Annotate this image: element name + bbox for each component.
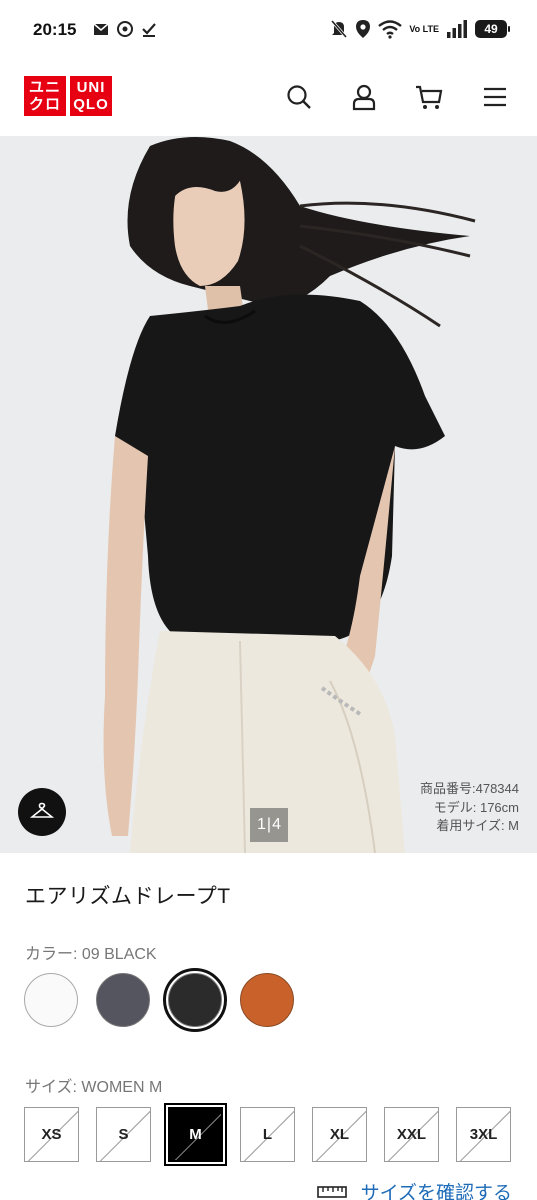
account-icon xyxy=(352,84,376,111)
location-icon xyxy=(356,20,371,38)
pager-current: 1 xyxy=(257,816,266,833)
logo-line-3: UNI xyxy=(76,79,106,96)
cart-icon xyxy=(416,85,443,109)
model-height: モデル: 176cm xyxy=(433,799,519,815)
logo-line-4: QLO xyxy=(73,96,109,113)
status-system-icons: Vo LTE 49 xyxy=(330,19,510,39)
product-photo xyxy=(0,136,537,853)
color-label: カラー: 09 BLACK xyxy=(25,946,157,963)
size-option-l[interactable]: L xyxy=(240,1107,295,1162)
wifi-icon xyxy=(378,20,403,39)
search-icon xyxy=(287,85,311,109)
logo-latin: UNI QLO xyxy=(70,76,112,116)
product-title: エアリズムドレープT xyxy=(25,885,231,908)
color-swatch-orange[interactable] xyxy=(240,973,294,1027)
search-button[interactable] xyxy=(282,80,316,114)
size-option-xs[interactable]: XS xyxy=(24,1107,79,1162)
size-option-xl[interactable]: XL xyxy=(312,1107,367,1162)
status-bar: 20:15 Vo LTE 49 xyxy=(0,0,537,62)
status-notification-icons xyxy=(92,20,158,38)
color-swatch-black[interactable] xyxy=(163,968,227,1032)
product-image-carousel[interactable]: 1 | 4 商品番号:478344 モデル: 176cm 着用サイズ: M xyxy=(0,136,537,853)
logo-line-1: ユニ xyxy=(28,79,61,96)
logo-line-2: クロ xyxy=(28,96,61,113)
vpn-icon xyxy=(117,21,133,37)
color-swatches xyxy=(24,968,294,1032)
account-button[interactable] xyxy=(347,80,381,114)
menu-icon xyxy=(484,87,506,107)
signal-icon xyxy=(447,20,467,38)
network-type: Vo LTE xyxy=(409,23,439,34)
uniqlo-logo[interactable]: ユニ クロ UNI QLO xyxy=(24,76,112,116)
size-option-3xl[interactable]: 3XL xyxy=(456,1107,511,1162)
model-info: 商品番号:478344 モデル: 176cm 着用サイズ: M xyxy=(420,780,519,836)
size-option-m[interactable]: M xyxy=(164,1103,227,1166)
worn-size: 着用サイズ: M xyxy=(436,818,519,833)
download-done-icon xyxy=(142,23,156,37)
ruler-icon xyxy=(316,1185,347,1198)
hanger-icon xyxy=(30,802,54,818)
pager-total: 4 xyxy=(272,816,281,833)
battery-level: 49 xyxy=(484,22,498,36)
mute-icon xyxy=(331,20,348,38)
mail-icon xyxy=(93,23,109,35)
size-check-link[interactable]: サイズを確認する xyxy=(316,1178,512,1200)
size-label: サイズ: WOMEN M xyxy=(25,1079,163,1096)
color-swatch-gray[interactable] xyxy=(96,973,150,1027)
size-option-xxl[interactable]: XXL xyxy=(384,1107,439,1162)
logo-katakana: ユニ クロ xyxy=(24,76,66,116)
try-on-button[interactable] xyxy=(18,788,66,836)
battery-icon: 49 xyxy=(475,20,510,38)
size-options: XS S M L XL XXL 3XL xyxy=(24,1103,511,1166)
product-number: 商品番号:478344 xyxy=(420,781,519,796)
cart-button[interactable] xyxy=(412,80,446,114)
status-time: 20:15 xyxy=(33,20,77,39)
color-swatch-white[interactable] xyxy=(24,973,78,1027)
menu-button[interactable] xyxy=(478,80,512,114)
image-pager: 1 | 4 xyxy=(250,808,288,842)
app-header: ユニ クロ UNI QLO xyxy=(0,62,537,136)
size-check-label: サイズを確認する xyxy=(360,1183,512,1200)
size-option-s[interactable]: S xyxy=(96,1107,151,1162)
